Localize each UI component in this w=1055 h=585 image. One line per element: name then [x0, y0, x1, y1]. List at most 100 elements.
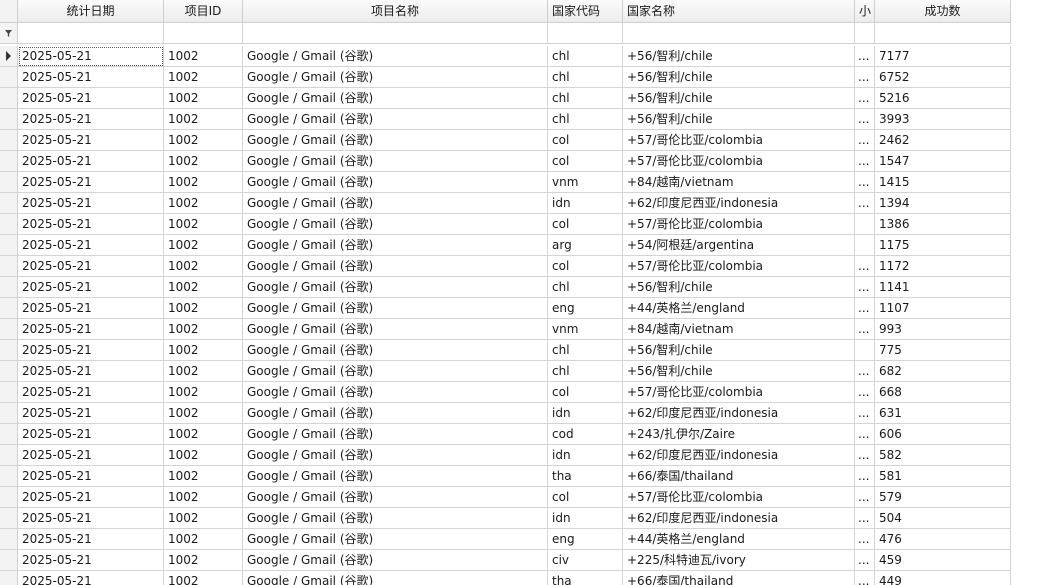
cell-country-code[interactable]: col: [548, 130, 623, 151]
row-indicator[interactable]: [0, 424, 18, 445]
cell-date[interactable]: 2025-05-21: [18, 298, 164, 319]
cell-date[interactable]: 2025-05-21: [18, 151, 164, 172]
cell-truncated[interactable]: [855, 235, 875, 256]
cell-success-count[interactable]: 3993: [875, 109, 1011, 130]
filter-cell-project-name[interactable]: [243, 23, 548, 44]
row-indicator[interactable]: [0, 298, 18, 319]
row-indicator[interactable]: [0, 277, 18, 298]
cell-success-count[interactable]: 1386: [875, 214, 1011, 235]
cell-project-name[interactable]: Google / Gmail (谷歌): [243, 508, 548, 529]
cell-success-count[interactable]: 1141: [875, 277, 1011, 298]
cell-truncated[interactable]: ...: [855, 88, 875, 109]
cell-project-name[interactable]: Google / Gmail (谷歌): [243, 550, 548, 571]
cell-project-name[interactable]: Google / Gmail (谷歌): [243, 256, 548, 277]
cell-success-count[interactable]: 5216: [875, 88, 1011, 109]
cell-country-name[interactable]: +57/哥伦比亚/colombia: [623, 214, 855, 235]
cell-project-id[interactable]: 1002: [164, 487, 243, 508]
column-header-country-name[interactable]: 国家名称: [623, 0, 855, 23]
cell-success-count[interactable]: 449: [875, 571, 1011, 585]
table-row[interactable]: 2025-05-21 1002 Google / Gmail (谷歌) col +57/…: [0, 130, 1055, 151]
cell-country-name[interactable]: +84/越南/vietnam: [623, 319, 855, 340]
cell-success-count[interactable]: 1172: [875, 256, 1011, 277]
cell-truncated[interactable]: ...: [855, 403, 875, 424]
row-indicator[interactable]: [0, 172, 18, 193]
cell-date[interactable]: 2025-05-21: [18, 382, 164, 403]
cell-country-name[interactable]: +243/扎伊尔/Zaire: [623, 424, 855, 445]
cell-date[interactable]: 2025-05-21: [18, 214, 164, 235]
cell-date[interactable]: 2025-05-21: [18, 172, 164, 193]
cell-project-name[interactable]: Google / Gmail (谷歌): [243, 529, 548, 550]
cell-truncated[interactable]: ...: [855, 256, 875, 277]
cell-country-name[interactable]: +56/智利/chile: [623, 67, 855, 88]
table-row[interactable]: 2025-05-21 1002 Google / Gmail (谷歌) col +57/…: [0, 487, 1055, 508]
filter-cell-success-count[interactable]: [875, 23, 1011, 44]
filter-cell-country-code[interactable]: [548, 23, 623, 44]
cell-success-count[interactable]: 6752: [875, 67, 1011, 88]
cell-date[interactable]: 2025-05-21: [18, 361, 164, 382]
cell-project-name[interactable]: Google / Gmail (谷歌): [243, 277, 548, 298]
cell-success-count[interactable]: 1394: [875, 193, 1011, 214]
cell-project-id[interactable]: 1002: [164, 67, 243, 88]
cell-date[interactable]: 2025-05-21: [18, 109, 164, 130]
row-indicator[interactable]: [0, 151, 18, 172]
table-row[interactable]: 2025-05-21 1002 Google / Gmail (谷歌) col +57/…: [0, 151, 1055, 172]
table-row[interactable]: 2025-05-21 1002 Google / Gmail (谷歌) tha +66/…: [0, 571, 1055, 585]
cell-success-count[interactable]: 631: [875, 403, 1011, 424]
cell-project-id[interactable]: 1002: [164, 382, 243, 403]
row-indicator[interactable]: [0, 571, 18, 585]
table-row[interactable]: 2025-05-21 1002 Google / Gmail (谷歌) civ +225…: [0, 550, 1055, 571]
cell-date[interactable]: 2025-05-21: [18, 277, 164, 298]
cell-project-name[interactable]: Google / Gmail (谷歌): [243, 403, 548, 424]
cell-country-code[interactable]: tha: [548, 571, 623, 585]
cell-country-name[interactable]: +56/智利/chile: [623, 340, 855, 361]
cell-truncated[interactable]: ...: [855, 550, 875, 571]
cell-country-name[interactable]: +56/智利/chile: [623, 109, 855, 130]
cell-country-name[interactable]: +62/印度尼西亚/indonesia: [623, 193, 855, 214]
column-header-country-code[interactable]: 国家代码: [548, 0, 623, 23]
cell-project-name[interactable]: Google / Gmail (谷歌): [243, 319, 548, 340]
cell-country-name[interactable]: +56/智利/chile: [623, 361, 855, 382]
cell-success-count[interactable]: 606: [875, 424, 1011, 445]
row-indicator[interactable]: [0, 319, 18, 340]
table-row[interactable]: 2025-05-21 1002 Google / Gmail (谷歌) chl +56/…: [0, 109, 1055, 130]
cell-project-id[interactable]: 1002: [164, 214, 243, 235]
cell-date[interactable]: 2025-05-21: [18, 67, 164, 88]
cell-country-code[interactable]: civ: [548, 550, 623, 571]
cell-success-count[interactable]: 582: [875, 445, 1011, 466]
cell-truncated[interactable]: [855, 340, 875, 361]
cell-country-name[interactable]: +56/智利/chile: [623, 88, 855, 109]
cell-truncated[interactable]: ...: [855, 361, 875, 382]
cell-success-count[interactable]: 581: [875, 466, 1011, 487]
cell-country-code[interactable]: tha: [548, 466, 623, 487]
cell-success-count[interactable]: 579: [875, 487, 1011, 508]
cell-date[interactable]: 2025-05-21: [18, 571, 164, 585]
column-header-date[interactable]: 统计日期: [18, 0, 164, 23]
column-header-success-count[interactable]: 成功数: [875, 0, 1011, 23]
cell-truncated[interactable]: ...: [855, 508, 875, 529]
cell-country-name[interactable]: +57/哥伦比亚/colombia: [623, 256, 855, 277]
cell-country-code[interactable]: chl: [548, 361, 623, 382]
cell-date[interactable]: 2025-05-21: [18, 529, 164, 550]
cell-success-count[interactable]: 682: [875, 361, 1011, 382]
cell-success-count[interactable]: 7177: [875, 46, 1011, 67]
table-row[interactable]: 2025-05-21 1002 Google / Gmail (谷歌) col +57/…: [0, 256, 1055, 277]
table-row[interactable]: 2025-05-21 1002 Google / Gmail (谷歌) idn +62/…: [0, 508, 1055, 529]
cell-project-id[interactable]: 1002: [164, 109, 243, 130]
cell-country-name[interactable]: +44/英格兰/england: [623, 529, 855, 550]
cell-country-name[interactable]: +62/印度尼西亚/indonesia: [623, 403, 855, 424]
cell-country-code[interactable]: vnm: [548, 172, 623, 193]
cell-project-name[interactable]: Google / Gmail (谷歌): [243, 172, 548, 193]
cell-country-code[interactable]: idn: [548, 508, 623, 529]
row-indicator[interactable]: [0, 193, 18, 214]
cell-success-count[interactable]: 459: [875, 550, 1011, 571]
table-row[interactable]: 2025-05-21 1002 Google / Gmail (谷歌) vnm +84/…: [0, 172, 1055, 193]
cell-project-name[interactable]: Google / Gmail (谷歌): [243, 46, 548, 67]
cell-project-name[interactable]: Google / Gmail (谷歌): [243, 445, 548, 466]
table-row[interactable]: 2025-05-21 1002 Google / Gmail (谷歌) idn +62/…: [0, 445, 1055, 466]
cell-truncated[interactable]: ...: [855, 319, 875, 340]
cell-project-id[interactable]: 1002: [164, 571, 243, 585]
cell-project-id[interactable]: 1002: [164, 256, 243, 277]
cell-date[interactable]: 2025-05-21: [18, 403, 164, 424]
table-row[interactable]: 2025-05-21 1002 Google / Gmail (谷歌) idn +62/…: [0, 193, 1055, 214]
cell-date[interactable]: 2025-05-21: [18, 508, 164, 529]
